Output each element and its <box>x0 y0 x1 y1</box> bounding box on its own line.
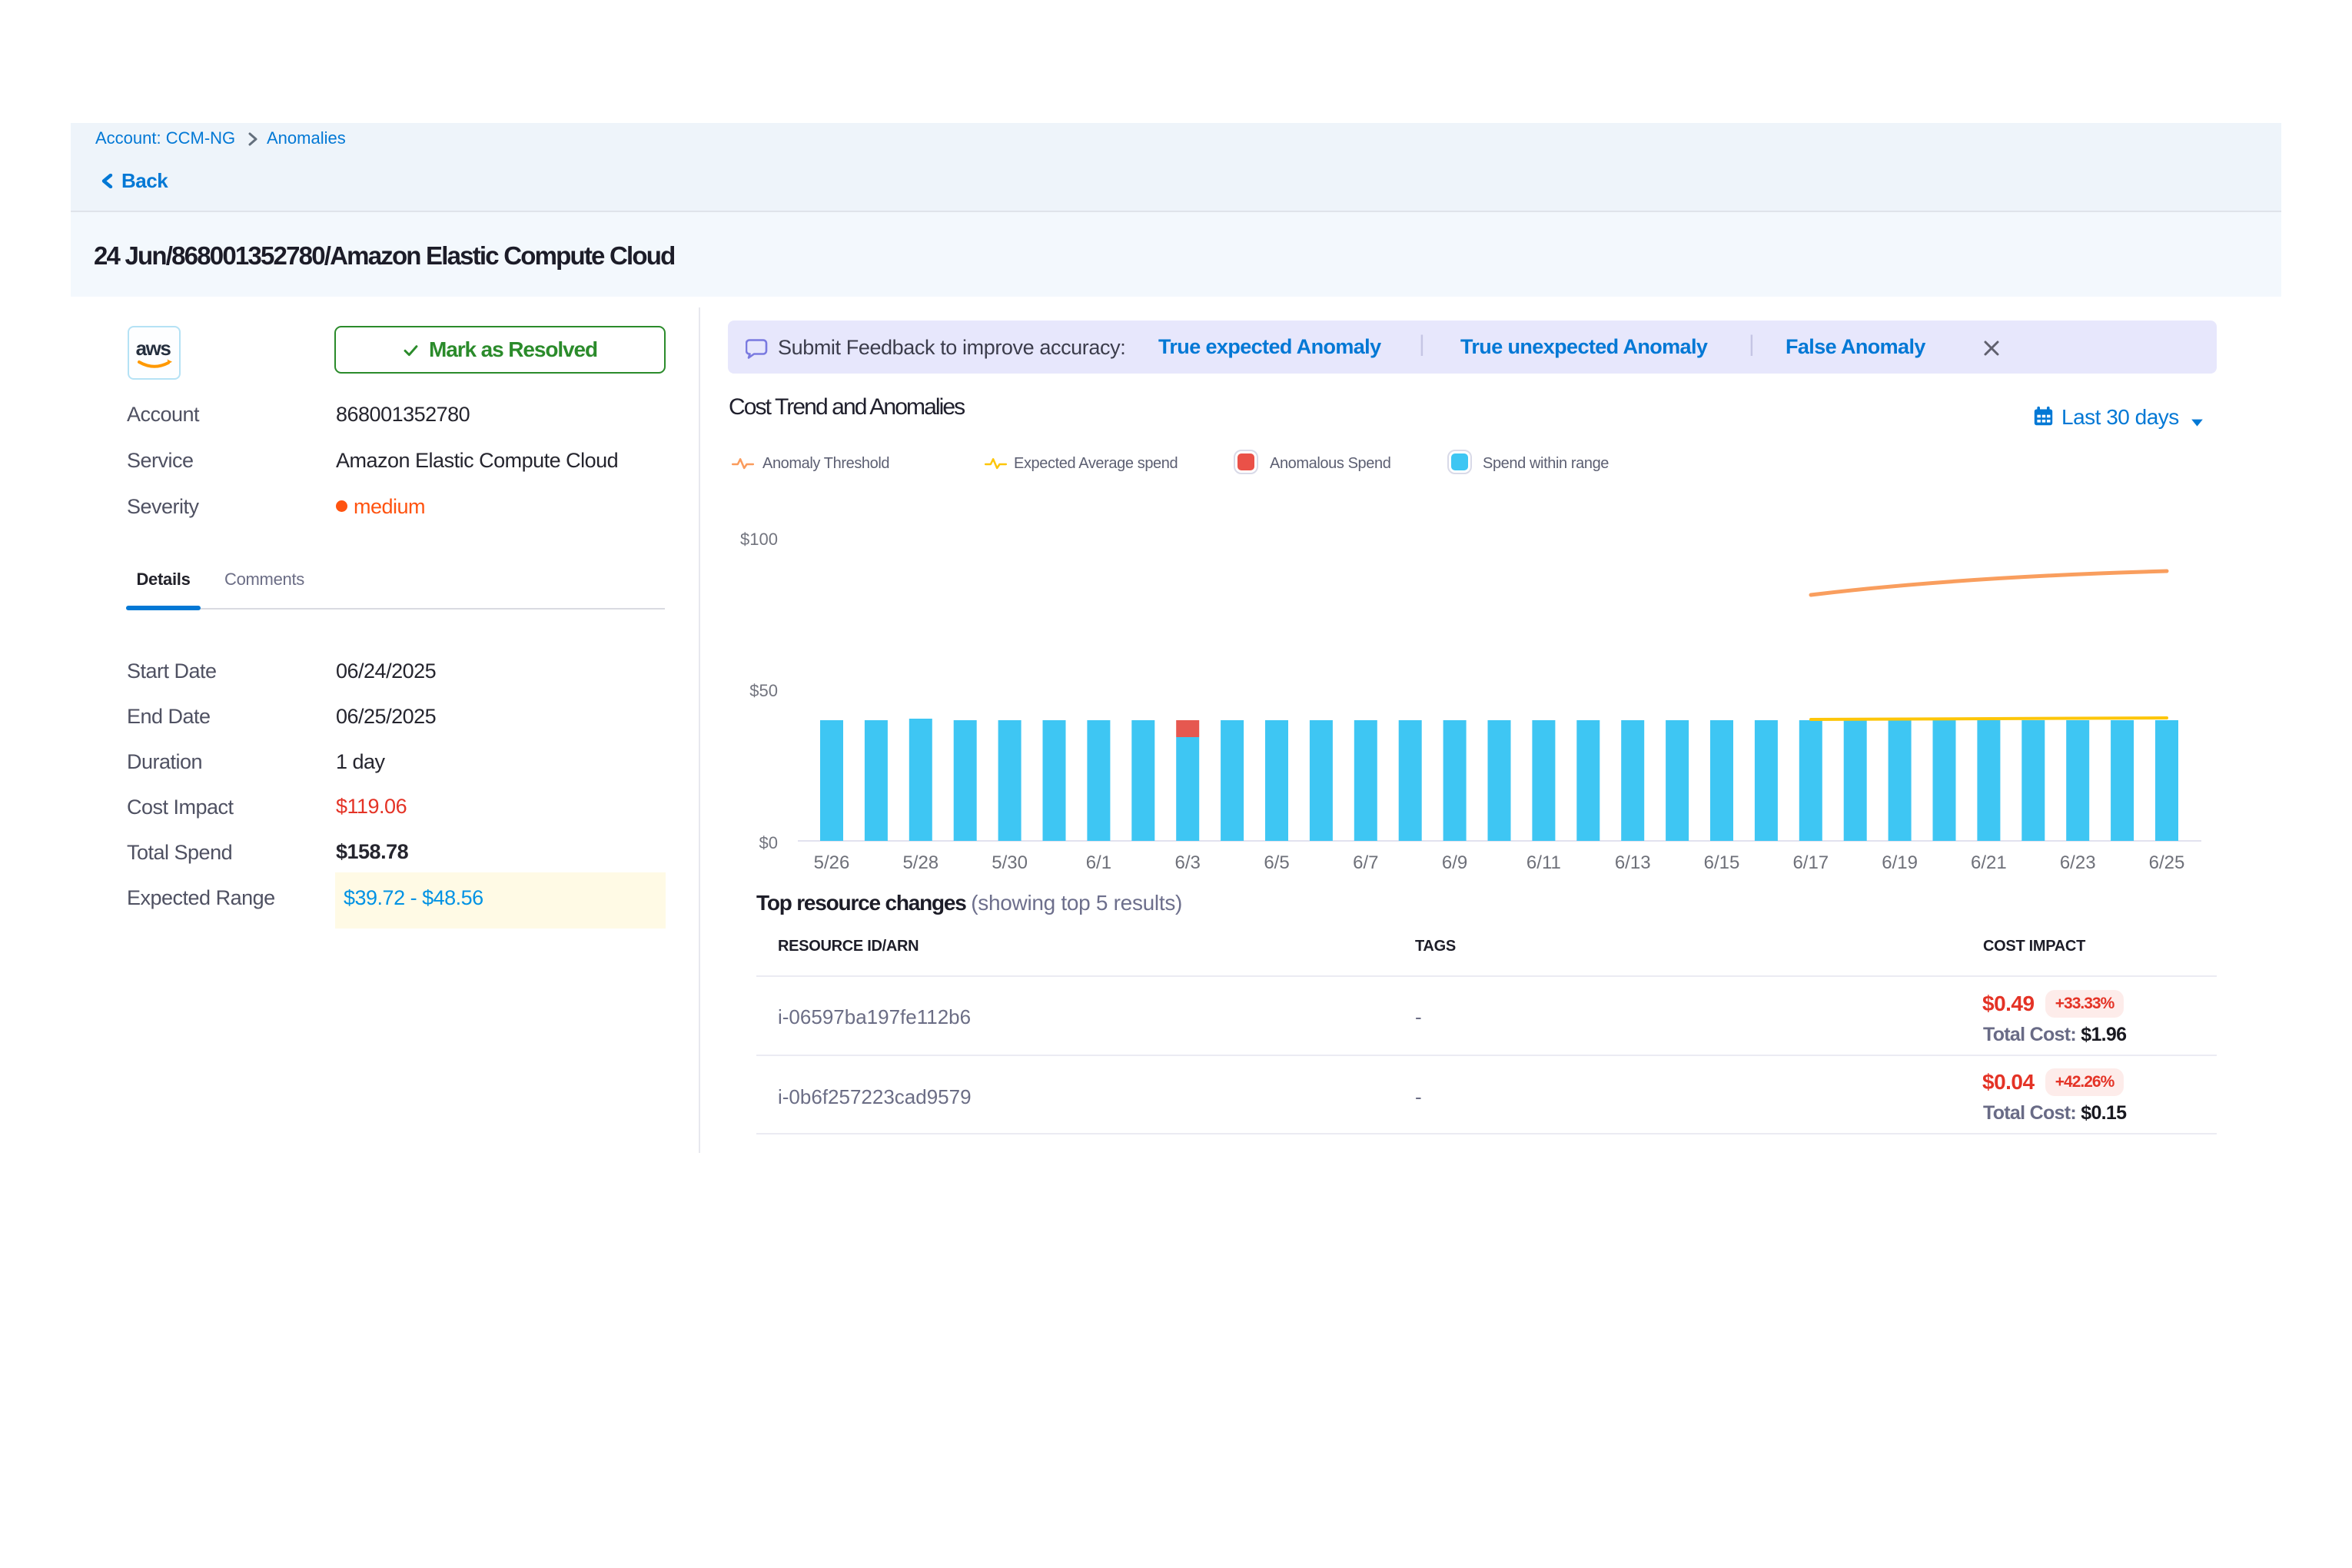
svg-text:$0: $0 <box>759 833 778 852</box>
svg-text:6/23: 6/23 <box>2060 852 2096 873</box>
svg-text:5/30: 5/30 <box>992 852 1028 873</box>
svg-text:6/3: 6/3 <box>1175 852 1201 873</box>
svg-text:6/17: 6/17 <box>1792 852 1829 873</box>
svg-text:6/13: 6/13 <box>1615 852 1651 873</box>
svg-text:5/28: 5/28 <box>902 852 938 873</box>
svg-text:6/15: 6/15 <box>1704 852 1740 873</box>
svg-text:5/26: 5/26 <box>814 852 850 873</box>
svg-text:6/1: 6/1 <box>1086 852 1111 873</box>
svg-text:6/21: 6/21 <box>1971 852 2007 873</box>
svg-text:$100: $100 <box>740 530 778 549</box>
svg-text:6/7: 6/7 <box>1353 852 1378 873</box>
svg-text:6/5: 6/5 <box>1264 852 1289 873</box>
svg-text:6/25: 6/25 <box>2149 852 2185 873</box>
svg-text:$50: $50 <box>749 681 778 700</box>
svg-text:aws: aws <box>136 337 171 360</box>
svg-text:6/9: 6/9 <box>1442 852 1467 873</box>
svg-text:6/11: 6/11 <box>1526 852 1561 873</box>
svg-text:6/19: 6/19 <box>1882 852 1918 873</box>
